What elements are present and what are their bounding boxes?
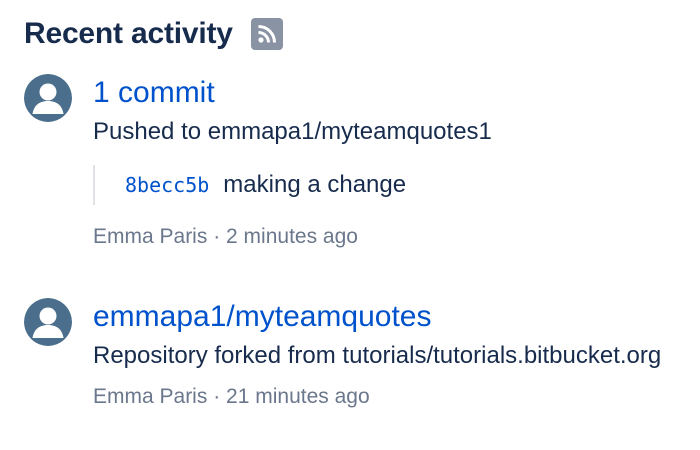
recent-activity-panel: Recent activity 1 commit Pushed to emmap…: [0, 0, 700, 450]
user-avatar-icon[interactable]: [24, 298, 72, 346]
activity-content: emmapa1/myteamquotes Repository forked f…: [93, 298, 690, 410]
commit-hash-link[interactable]: 8becc5b: [125, 173, 209, 197]
activity-title-link[interactable]: emmapa1/myteamquotes: [93, 298, 690, 336]
author-name[interactable]: Emma Paris: [93, 385, 207, 408]
section-title: Recent activity: [24, 17, 233, 50]
user-avatar-icon[interactable]: [24, 74, 72, 122]
commit-message: making a change: [223, 171, 407, 198]
author-name[interactable]: Emma Paris: [93, 225, 207, 248]
recent-activity-header: Recent activity: [24, 14, 283, 54]
activity-title-link[interactable]: 1 commit: [93, 74, 690, 112]
rss-feed-icon[interactable]: [250, 18, 283, 50]
meta-separator: ·: [213, 225, 221, 248]
activity-description: Repository forked from tutorials/tutoria…: [93, 342, 662, 369]
meta-separator: ·: [213, 385, 221, 408]
activity-description: Pushed to emmapa1/myteamquotes1: [93, 118, 492, 145]
activity-time: 21 minutes ago: [226, 385, 370, 408]
activity-meta: Emma Paris · 21 minutes ago: [93, 384, 690, 410]
activity-content: 1 commit Pushed to emmapa1/myteamquotes1…: [93, 74, 690, 250]
activity-time: 2 minutes ago: [226, 225, 358, 248]
activity-meta: Emma Paris · 2 minutes ago: [93, 224, 690, 250]
commit-entry: 8becc5b making a change: [93, 165, 690, 205]
